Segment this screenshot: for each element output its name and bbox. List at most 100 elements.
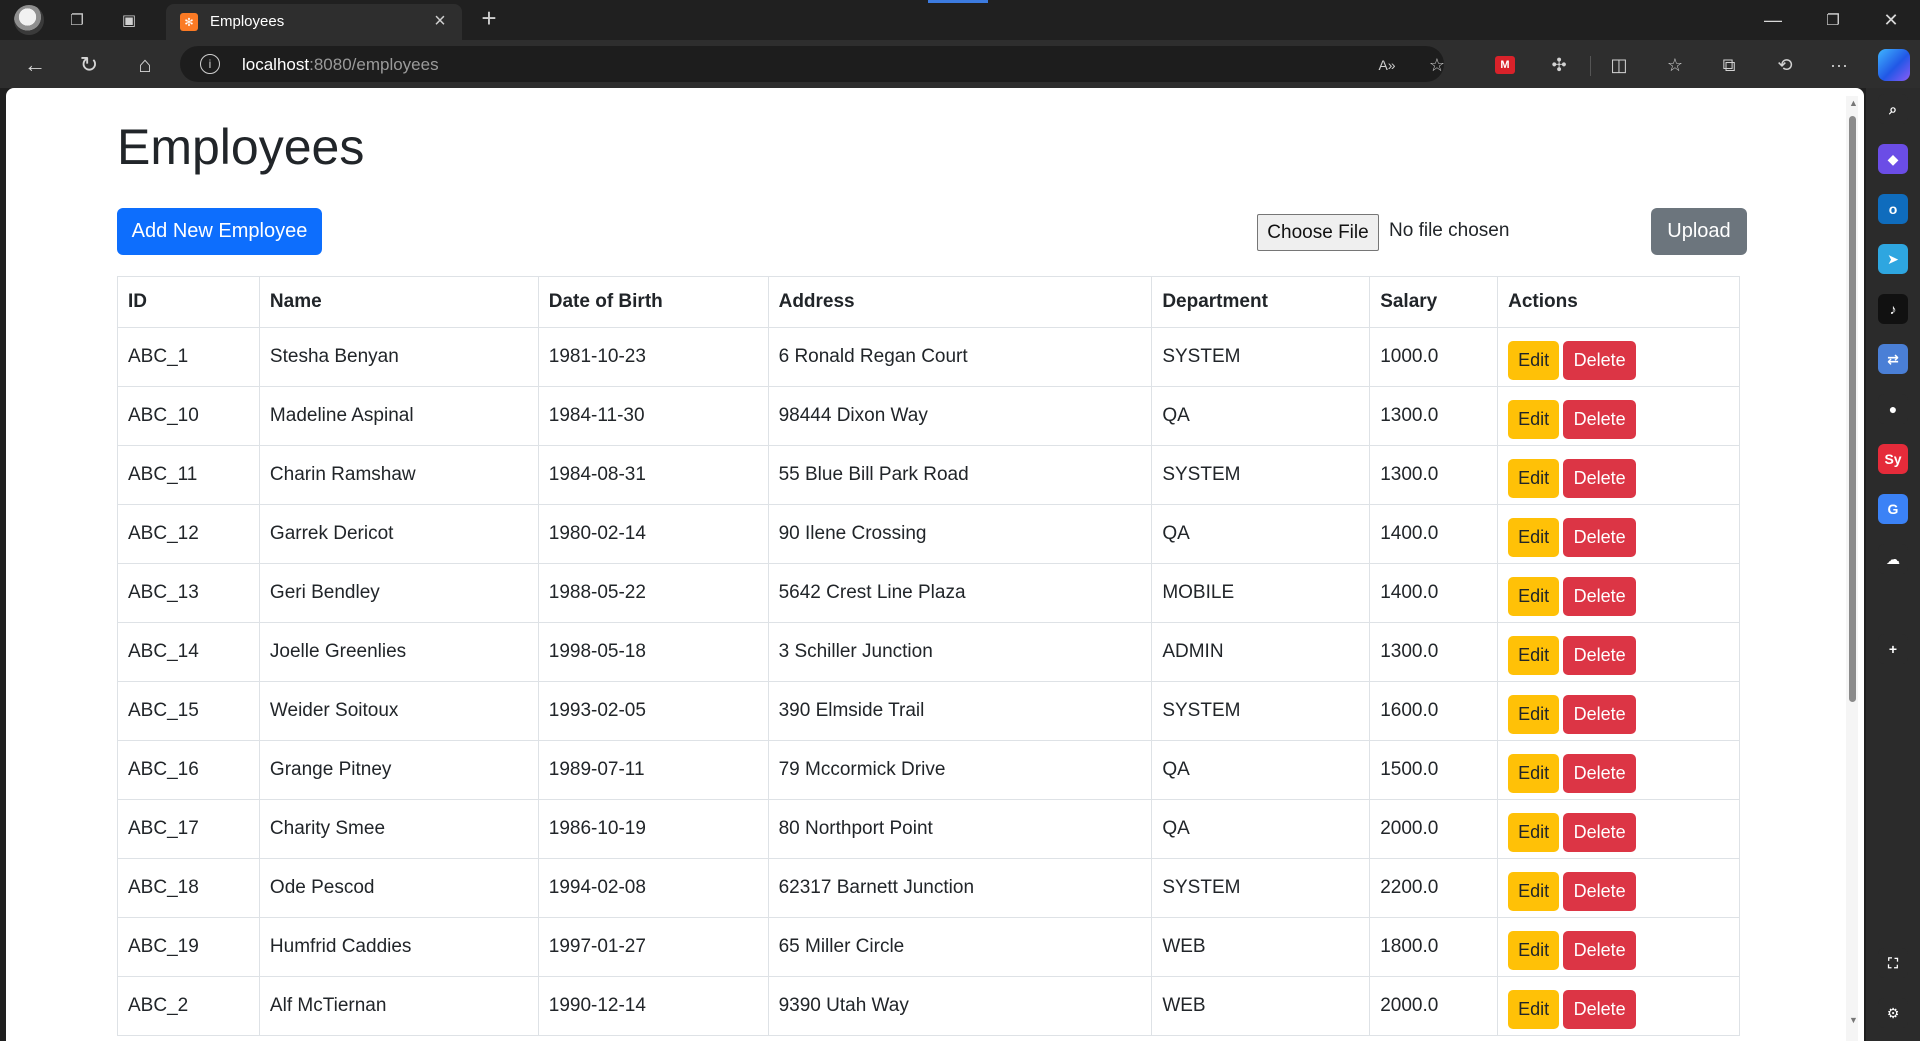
- site-info-icon[interactable]: i: [200, 54, 220, 74]
- workspaces-icon[interactable]: ❐: [64, 7, 90, 33]
- close-window-icon[interactable]: ✕: [1862, 0, 1920, 40]
- column-header-salary: Salary: [1369, 276, 1499, 328]
- cell-department: QA: [1151, 740, 1371, 800]
- cell-salary: 1400.0: [1369, 504, 1499, 564]
- edit-button[interactable]: Edit: [1508, 458, 1560, 498]
- table-header-row: ID Name Date of Birth Address Department…: [117, 276, 1740, 328]
- table-row: ABC_13 Geri Bendley 1988-05-22 5642 Crest L…: [117, 563, 1740, 623]
- cell-dob: 1990-12-14: [537, 976, 769, 1036]
- delete-button[interactable]: Delete: [1563, 989, 1637, 1029]
- edit-button[interactable]: Edit: [1508, 812, 1560, 852]
- new-tab-icon[interactable]: +: [476, 3, 502, 33]
- cell-department: WEB: [1151, 976, 1371, 1036]
- cell-dob: 1989-07-11: [537, 740, 769, 800]
- cell-id: ABC_2: [117, 976, 260, 1036]
- favorite-star-icon[interactable]: ☆: [1424, 52, 1450, 78]
- outlook-icon[interactable]: o: [1878, 194, 1908, 224]
- symbaloo-icon[interactable]: Sy: [1878, 444, 1908, 474]
- delete-button[interactable]: Delete: [1563, 576, 1637, 616]
- cell-name: Geri Bendley: [258, 563, 539, 623]
- edit-button[interactable]: Edit: [1508, 753, 1560, 793]
- minimize-icon[interactable]: —: [1744, 0, 1802, 40]
- delete-button[interactable]: Delete: [1563, 871, 1637, 911]
- url-text[interactable]: localhost:8080/employees: [242, 55, 439, 75]
- edit-button[interactable]: Edit: [1508, 517, 1560, 557]
- extensions-puzzle-icon[interactable]: ✣: [1544, 50, 1574, 80]
- reload-icon[interactable]: ↻: [74, 50, 104, 80]
- delete-button[interactable]: Delete: [1563, 340, 1637, 380]
- cell-id: ABC_10: [117, 386, 260, 446]
- delete-button[interactable]: Delete: [1563, 517, 1637, 557]
- table-row: ABC_2 Alf McTiernan 1990-12-14 9390 Utah Wa…: [117, 976, 1740, 1036]
- delete-button[interactable]: Delete: [1563, 635, 1637, 675]
- delete-button[interactable]: Delete: [1563, 812, 1637, 852]
- table-row: ABC_1 Stesha Benyan 1981-10-23 6 Ronald Reg…: [117, 327, 1740, 387]
- upload-button[interactable]: Upload: [1651, 208, 1747, 255]
- telegram-icon[interactable]: ➤: [1878, 244, 1908, 274]
- tab-actions-icon[interactable]: ▣: [116, 7, 142, 33]
- cell-address: 3 Schiller Junction: [767, 622, 1153, 682]
- cell-id: ABC_1: [117, 327, 260, 387]
- delete-button[interactable]: Delete: [1563, 458, 1637, 498]
- cell-id: ABC_13: [117, 563, 260, 623]
- scroll-down-arrow-icon[interactable]: ▼: [1849, 1015, 1858, 1025]
- back-arrow-icon[interactable]: ←: [20, 50, 50, 80]
- copilot-icon[interactable]: [1878, 49, 1910, 81]
- cell-name: Ode Pescod: [258, 858, 539, 918]
- edit-button[interactable]: Edit: [1508, 989, 1560, 1029]
- translate-icon[interactable]: ⇄: [1878, 344, 1908, 374]
- edit-button[interactable]: Edit: [1508, 694, 1560, 734]
- address-bar[interactable]: i localhost:8080/employees A» ☆: [180, 46, 1445, 82]
- cell-department: WEB: [1151, 917, 1371, 977]
- cell-id: ABC_14: [117, 622, 260, 682]
- copilot-app-icon[interactable]: ◆: [1878, 144, 1908, 174]
- onedrive-icon[interactable]: ☁: [1878, 544, 1908, 574]
- collections-icon[interactable]: ⧉: [1714, 50, 1744, 80]
- delete-button[interactable]: Delete: [1563, 694, 1637, 734]
- read-aloud-icon[interactable]: A»: [1374, 52, 1400, 78]
- cell-salary: 2000.0: [1369, 976, 1499, 1036]
- home-icon[interactable]: ⌂: [130, 50, 160, 80]
- favorites-icon[interactable]: ☆: [1660, 50, 1690, 80]
- scroll-up-arrow-icon[interactable]: ▲: [1849, 98, 1858, 108]
- browser-title-bar: ❐ ▣ ✻ Employees × + — ❐ ✕: [0, 0, 1920, 40]
- cell-actions: Edit Delete: [1497, 976, 1740, 1036]
- scrollbar-thumb[interactable]: [1849, 116, 1856, 702]
- choose-file-button[interactable]: Choose File: [1257, 214, 1379, 251]
- profile-avatar[interactable]: [14, 5, 44, 35]
- tiktok-icon[interactable]: ♪: [1878, 294, 1908, 324]
- google-translate-icon[interactable]: G: [1878, 494, 1908, 524]
- edit-button[interactable]: Edit: [1508, 576, 1560, 616]
- cell-actions: Edit Delete: [1497, 563, 1740, 623]
- add-sidebar-app-icon[interactable]: +: [1878, 634, 1908, 664]
- more-options-icon[interactable]: ···: [1824, 50, 1854, 80]
- screenshot-icon[interactable]: ⛶: [1878, 948, 1908, 978]
- sidebar-settings-icon[interactable]: ⚙: [1878, 998, 1908, 1028]
- cell-address: 9390 Utah Way: [767, 976, 1153, 1036]
- restore-icon[interactable]: ❐: [1804, 0, 1862, 40]
- extension-red-icon[interactable]: M: [1490, 50, 1520, 80]
- cell-salary: 1300.0: [1369, 622, 1499, 682]
- add-new-employee-button[interactable]: Add New Employee: [117, 208, 322, 255]
- edit-button[interactable]: Edit: [1508, 340, 1560, 380]
- edit-button[interactable]: Edit: [1508, 635, 1560, 675]
- table-row: ABC_11 Charin Ramshaw 1984-08-31 55 Blue Bi…: [117, 445, 1740, 505]
- edit-button[interactable]: Edit: [1508, 930, 1560, 970]
- table-row: ABC_15 Weider Soitoux 1993-02-05 390 Elmsid…: [117, 681, 1740, 741]
- delete-button[interactable]: Delete: [1563, 399, 1637, 439]
- split-screen-icon[interactable]: ◫: [1604, 50, 1634, 80]
- close-tab-icon[interactable]: ×: [428, 9, 452, 33]
- github-icon[interactable]: ●: [1878, 394, 1908, 424]
- edit-button[interactable]: Edit: [1508, 399, 1560, 439]
- delete-button[interactable]: Delete: [1563, 930, 1637, 970]
- tab-favicon-icon: ✻: [180, 13, 198, 31]
- url-path: :8080/employees: [309, 55, 439, 74]
- tab-employees[interactable]: ✻ Employees ×: [166, 4, 462, 40]
- cell-actions: Edit Delete: [1497, 681, 1740, 741]
- search-icon[interactable]: ⌕: [1878, 94, 1908, 124]
- edit-button[interactable]: Edit: [1508, 871, 1560, 911]
- cell-dob: 1997-01-27: [537, 917, 769, 977]
- history-icon[interactable]: ⟲: [1770, 50, 1800, 80]
- column-header-actions: Actions: [1497, 276, 1740, 328]
- delete-button[interactable]: Delete: [1563, 753, 1637, 793]
